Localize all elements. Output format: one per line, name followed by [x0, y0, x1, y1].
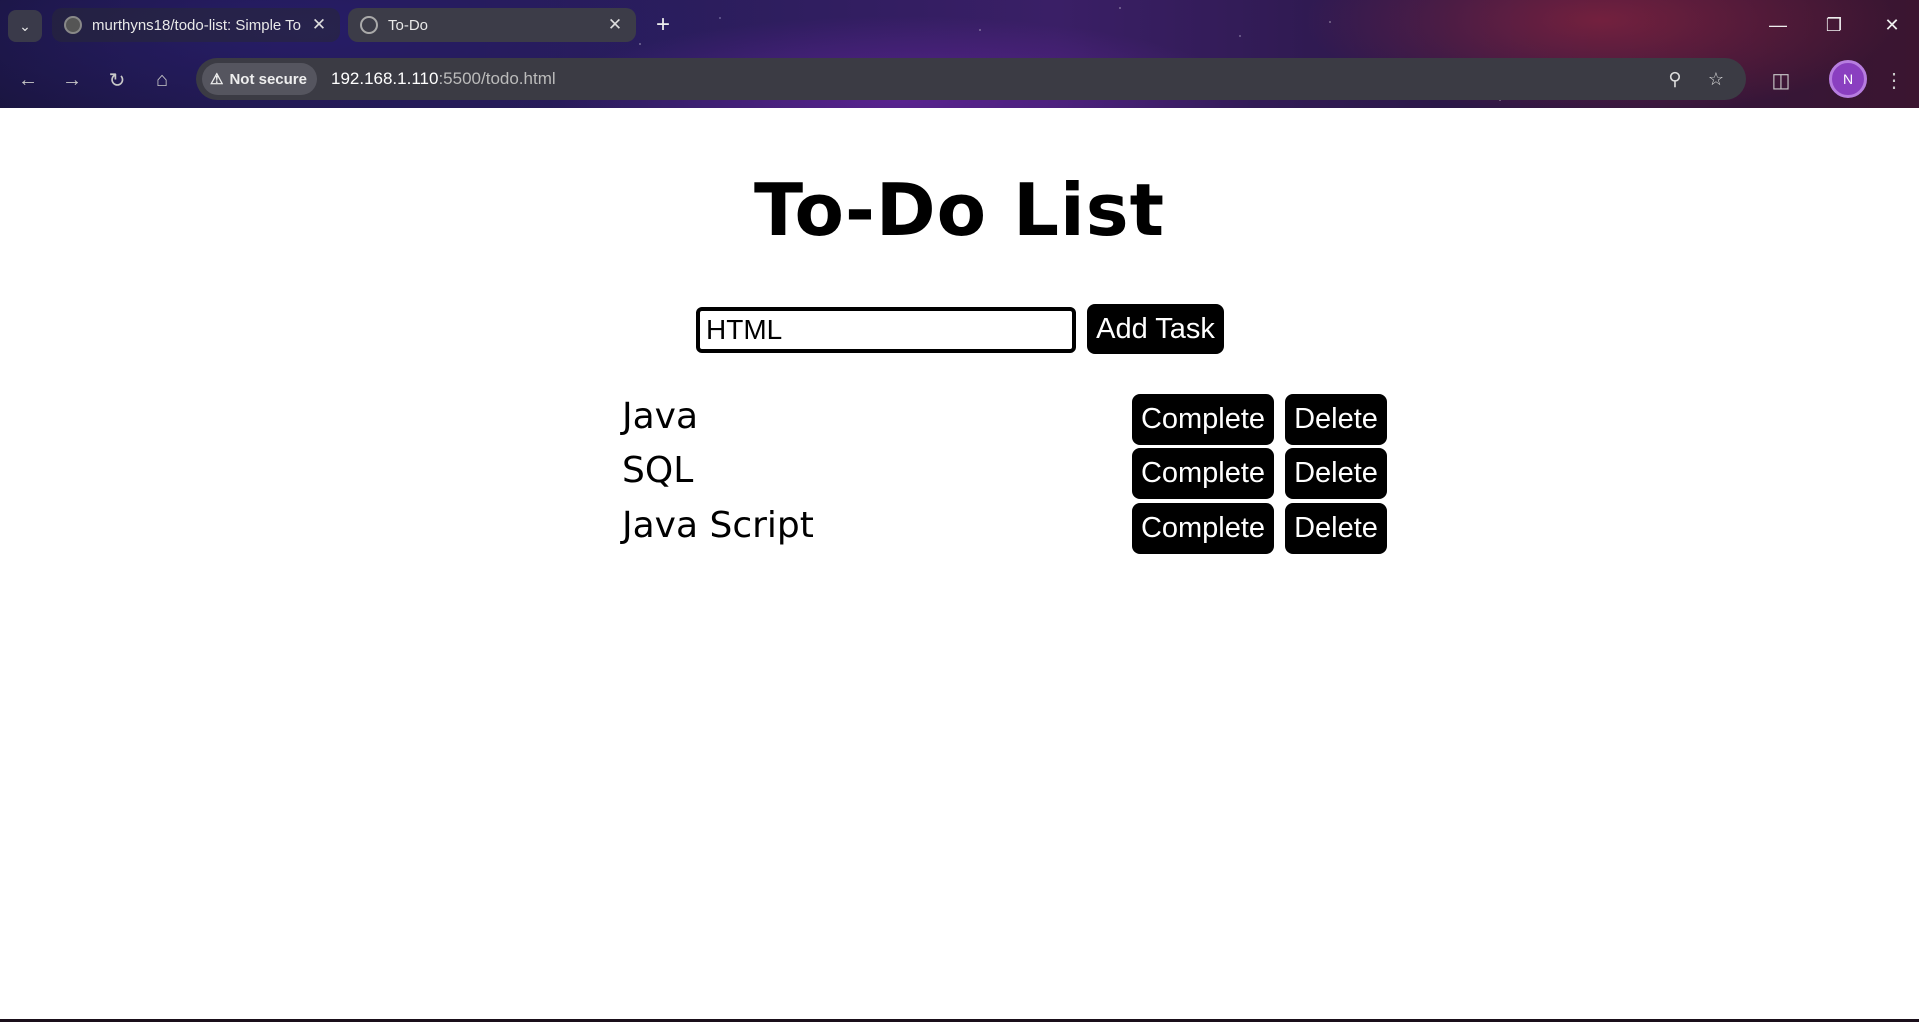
- github-icon: [64, 16, 82, 34]
- bookmark-star-icon[interactable]: ☆: [1703, 66, 1729, 92]
- delete-button[interactable]: Delete: [1285, 448, 1387, 499]
- security-indicator[interactable]: ⚠ Not secure: [202, 63, 317, 95]
- delete-button[interactable]: Delete: [1285, 503, 1387, 554]
- close-icon[interactable]: ✕: [310, 15, 328, 35]
- complete-button[interactable]: Complete: [1132, 503, 1274, 554]
- browser-chrome: ⌄ murthyns18/todo-list: Simple To ✕ To-D…: [0, 0, 1919, 108]
- globe-icon: [360, 16, 378, 34]
- task-text: SQL: [622, 450, 694, 491]
- restore-icon[interactable]: ❐: [1814, 10, 1854, 40]
- complete-button[interactable]: Complete: [1132, 394, 1274, 445]
- tab-github[interactable]: murthyns18/todo-list: Simple To ✕: [52, 8, 340, 42]
- tab-strip: ⌄ murthyns18/todo-list: Simple To ✕ To-D…: [0, 0, 1919, 50]
- complete-button[interactable]: Complete: [1132, 448, 1274, 499]
- url-host: 192.168.1.110: [330, 69, 439, 88]
- tab-title: murthyns18/todo-list: Simple To: [92, 16, 301, 34]
- avatar[interactable]: N: [1829, 60, 1867, 98]
- address-bar[interactable]: ⚠ Not secure 192.168.1.110:5500/todo.htm…: [196, 58, 1746, 100]
- list-item: Java Script Complete Delete: [620, 503, 1390, 555]
- home-icon[interactable]: ⌂: [146, 64, 178, 96]
- security-label: Not secure: [229, 70, 307, 88]
- url-text[interactable]: 192.168.1.110:5500/todo.html: [331, 69, 556, 89]
- back-icon[interactable]: ←: [12, 64, 44, 96]
- add-task-button[interactable]: Add Task: [1087, 304, 1224, 354]
- minimize-icon[interactable]: —: [1758, 10, 1798, 40]
- warning-icon: ⚠: [210, 71, 224, 88]
- tab-todo[interactable]: To-Do ✕: [348, 8, 636, 42]
- zoom-icon[interactable]: ⚲: [1662, 66, 1688, 92]
- tab-search-icon[interactable]: ⌄: [8, 10, 42, 42]
- forward-icon[interactable]: →: [56, 64, 88, 96]
- browser-toolbar: ← → ↻ ⌂ ⚠ Not secure 192.168.1.110:5500/…: [0, 52, 1919, 106]
- page-title: To-Do List: [753, 168, 1166, 252]
- tab-title: To-Do: [388, 16, 429, 34]
- list-item: SQL Complete Delete: [620, 448, 1390, 500]
- close-icon[interactable]: ✕: [606, 15, 624, 35]
- task-input[interactable]: [696, 307, 1076, 353]
- delete-button[interactable]: Delete: [1285, 394, 1387, 445]
- reload-icon[interactable]: ↻: [101, 64, 133, 96]
- list-item: Java Complete Delete: [620, 394, 1390, 446]
- extensions-icon[interactable]: ◫: [1765, 64, 1797, 96]
- close-window-icon[interactable]: ✕: [1872, 10, 1912, 40]
- menu-icon[interactable]: ⋮: [1878, 64, 1910, 96]
- new-tab-button[interactable]: +: [648, 10, 678, 40]
- task-text: Java Script: [622, 505, 814, 546]
- page-content: To-Do List Add Task Java Complete Delete…: [0, 108, 1919, 1020]
- url-path: :5500/todo.html: [438, 69, 556, 88]
- task-text: Java: [622, 396, 699, 437]
